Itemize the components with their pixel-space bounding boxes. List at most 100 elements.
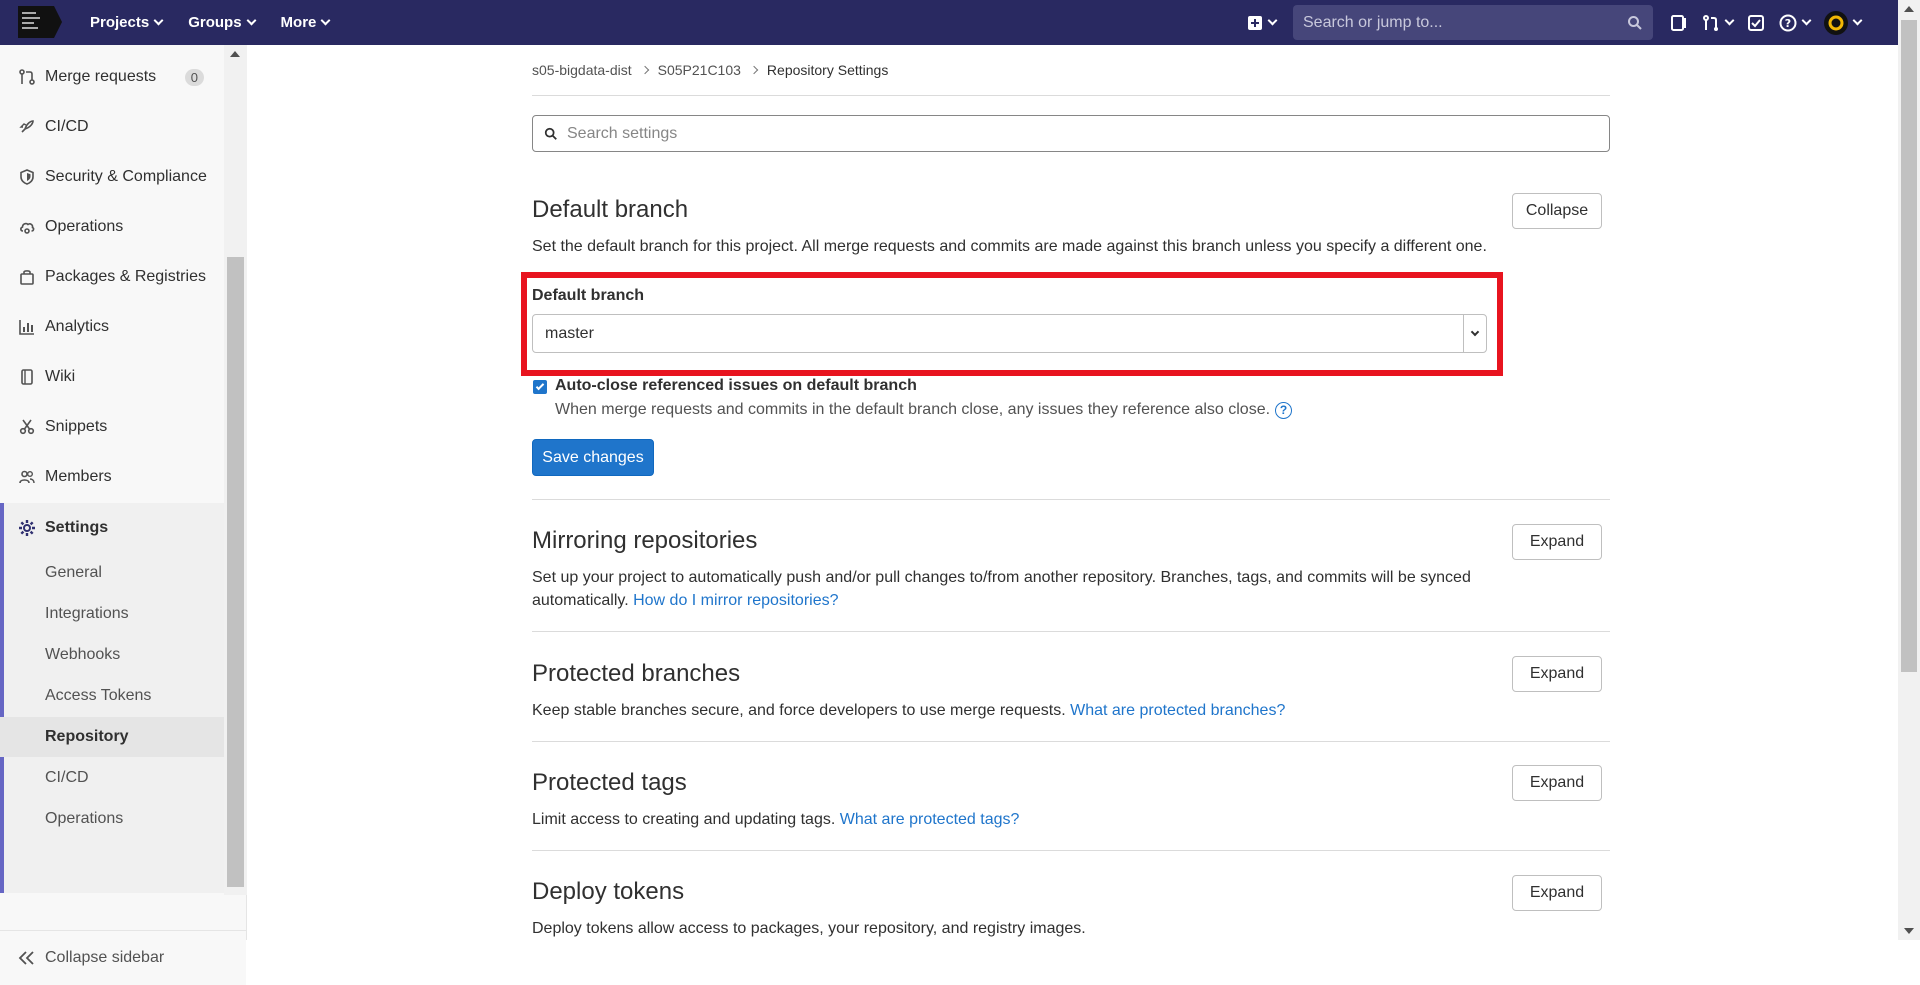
- sidebar-item-analytics[interactable]: Analytics: [0, 302, 224, 352]
- sidebar-subitem-cicd[interactable]: CI/CD: [0, 758, 224, 798]
- sidebar-subitem-label: CI/CD: [45, 769, 89, 786]
- more-menu[interactable]: More: [281, 14, 331, 31]
- sidebar-item-label: Packages & Registries: [45, 268, 206, 285]
- protected-tags-description-text: Limit access to creating and updating ta…: [532, 811, 836, 828]
- chevron-right-icon: [749, 65, 759, 75]
- help-dropdown[interactable]: ?: [1772, 7, 1817, 39]
- gear-icon: [18, 519, 36, 537]
- auto-close-help-text: When merge requests and commits in the d…: [555, 401, 1293, 419]
- sidebar-item-snippets[interactable]: Snippets: [0, 402, 224, 452]
- protected-branches-title: Protected branches: [532, 660, 741, 687]
- scroll-up-arrow-icon[interactable]: [230, 51, 240, 57]
- default-branch-select[interactable]: master: [532, 314, 1487, 353]
- breadcrumb-group-link[interactable]: s05-bigdata-dist: [532, 62, 632, 78]
- breadcrumb-project-link[interactable]: S05P21C103: [658, 62, 741, 78]
- default-branch-field-label: Default branch: [532, 287, 645, 304]
- sidebar-item-label: Members: [45, 468, 112, 485]
- auto-close-checkbox[interactable]: [533, 380, 547, 394]
- rocket-icon: [18, 118, 36, 136]
- search-settings-input[interactable]: Search settings: [532, 115, 1610, 152]
- todo-icon: [1748, 14, 1764, 31]
- collapse-button[interactable]: Collapse: [1512, 193, 1602, 229]
- question-icon[interactable]: ?: [1275, 401, 1293, 419]
- mirroring-description: Set up your project to automatically pus…: [532, 566, 1512, 612]
- sidebar-item-members[interactable]: Members: [0, 452, 224, 502]
- scroll-down-arrow-icon[interactable]: [1904, 928, 1914, 934]
- protected-tags-expand-button[interactable]: Expand: [1512, 765, 1602, 801]
- issues-button[interactable]: [1663, 7, 1695, 39]
- sidebar-item-label: Security & Compliance: [45, 168, 207, 185]
- sidebar-subitem-label: Webhooks: [45, 646, 121, 663]
- scroll-up-arrow-icon[interactable]: [1904, 6, 1914, 12]
- sidebar-item-label: CI/CD: [45, 118, 89, 135]
- sidebar-item-merge-requests[interactable]: Merge requests 0: [0, 52, 224, 102]
- page-scrollbar[interactable]: [1898, 0, 1920, 940]
- mirroring-title: Mirroring repositories: [532, 527, 758, 554]
- gitlab-logo[interactable]: [16, 4, 62, 40]
- sidebar-subitem-webhooks[interactable]: Webhooks: [0, 635, 224, 675]
- double-chevron-left-icon: [18, 951, 34, 965]
- collapse-sidebar-label: Collapse sidebar: [45, 949, 165, 966]
- sidebar-scrollbar-thumb[interactable]: [227, 257, 244, 887]
- mirroring-expand-button[interactable]: Expand: [1512, 524, 1602, 560]
- sidebar-subitem-label: Operations: [45, 810, 124, 827]
- sidebar-subitem-operations[interactable]: Operations: [0, 799, 224, 839]
- sidebar-subitem-label: Integrations: [45, 605, 129, 622]
- divider: [532, 95, 1610, 96]
- protected-branches-help-link[interactable]: What are protected branches?: [1070, 702, 1285, 719]
- breadcrumb-current[interactable]: Repository Settings: [767, 62, 888, 78]
- chevron-down-icon: [1724, 15, 1735, 26]
- avatar: [1824, 10, 1848, 35]
- sidebar-item-settings[interactable]: Settings: [0, 503, 224, 553]
- sidebar-item-security[interactable]: Security & Compliance: [0, 152, 224, 202]
- chevron-down-icon: [320, 15, 331, 26]
- sidebar-subitem-general[interactable]: General: [0, 553, 224, 593]
- new-item-dropdown[interactable]: [1240, 7, 1283, 39]
- merge-requests-dropdown[interactable]: [1695, 7, 1740, 39]
- sidebar-subitem-access-tokens[interactable]: Access Tokens: [0, 676, 224, 716]
- sidebar-item-cicd[interactable]: CI/CD: [0, 102, 224, 152]
- deploy-tokens-expand-button[interactable]: Expand: [1512, 875, 1602, 911]
- page-scrollbar-thumb[interactable]: [1901, 20, 1917, 672]
- book-icon: [18, 368, 36, 386]
- auto-close-help-label: When merge requests and commits in the d…: [555, 401, 1271, 418]
- divider: [532, 850, 1610, 851]
- users-icon: [18, 468, 36, 486]
- search-icon: [1628, 15, 1642, 30]
- search-icon: [544, 127, 557, 140]
- save-changes-button[interactable]: Save changes: [532, 439, 654, 476]
- chevron-right-icon: [640, 65, 649, 75]
- protected-tags-title: Protected tags: [532, 769, 687, 796]
- todos-button[interactable]: [1740, 7, 1772, 39]
- merge-request-icon: [1703, 14, 1718, 31]
- auto-close-label[interactable]: Auto-close referenced issues on default …: [555, 377, 917, 395]
- user-menu[interactable]: [1817, 7, 1868, 39]
- mirroring-help-link[interactable]: How do I mirror repositories?: [633, 592, 838, 609]
- chevron-down-icon: [1267, 15, 1278, 26]
- package-icon: [18, 268, 36, 286]
- collapse-sidebar-button[interactable]: Collapse sidebar: [0, 930, 246, 985]
- chevron-down-icon[interactable]: [1463, 315, 1486, 352]
- sidebar-item-wiki[interactable]: Wiki: [0, 352, 224, 402]
- sidebar-subitem-repository[interactable]: Repository: [0, 717, 224, 757]
- sidebar-subitem-integrations[interactable]: Integrations: [0, 594, 224, 634]
- divider: [532, 741, 1610, 742]
- projects-menu[interactable]: Projects: [90, 14, 164, 31]
- protected-branches-expand-button[interactable]: Expand: [1512, 656, 1602, 692]
- issues-icon: [1671, 14, 1686, 31]
- protected-tags-help-link[interactable]: What are protected tags?: [840, 811, 1020, 828]
- breadcrumb: s05-bigdata-dist S05P21C103 Repository S…: [532, 62, 888, 78]
- global-search-input[interactable]: Search or jump to...: [1293, 5, 1653, 40]
- merge-request-icon: [18, 68, 36, 86]
- sidebar-item-label: Merge requests: [45, 68, 157, 85]
- sidebar-item-label: Operations: [45, 218, 124, 235]
- projects-menu-label: Projects: [90, 14, 150, 31]
- sidebar-item-operations[interactable]: Operations: [0, 202, 224, 252]
- groups-menu[interactable]: Groups: [188, 14, 256, 31]
- sidebar-scrollbar[interactable]: [224, 45, 247, 895]
- sidebar-item-label: Analytics: [45, 318, 110, 335]
- checkmark-icon: [535, 381, 545, 391]
- global-search-placeholder: Search or jump to...: [1303, 13, 1443, 31]
- groups-menu-label: Groups: [188, 14, 242, 31]
- sidebar-item-packages[interactable]: Packages & Registries: [0, 252, 224, 302]
